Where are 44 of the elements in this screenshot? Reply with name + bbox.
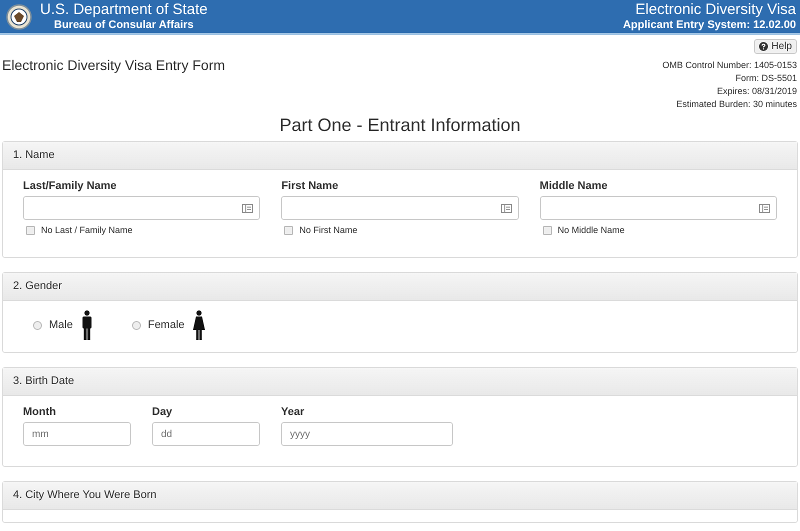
checkbox-label: No First Name — [299, 225, 358, 235]
form-title: Electronic Diversity Visa Entry Form — [2, 57, 226, 75]
date-field[interactable]: dd — [152, 422, 260, 446]
app-version: Applicant Entry System: 12.02.00 — [622, 18, 796, 31]
text-field[interactable] — [540, 196, 777, 220]
checkbox-label: No Last / Family Name — [41, 225, 133, 235]
radio-button[interactable] — [132, 320, 141, 330]
question-icon — [759, 42, 768, 51]
form-meta-text: Expires: 08/31/2019 — [716, 85, 797, 98]
female-figure-icon — [192, 310, 206, 340]
text-field[interactable] — [23, 196, 260, 220]
seal-icon — [6, 4, 32, 30]
section-heading: 2. Gender — [3, 273, 797, 301]
checkbox[interactable] — [542, 226, 552, 234]
form-meta-text: Estimated Burden: 30 minutes — [676, 98, 797, 111]
section-heading: 3. Birth Date — [3, 368, 797, 396]
section-heading: 1. Name — [3, 142, 797, 170]
radio-label: Male — [49, 319, 73, 331]
checkbox-label: No Middle Name — [558, 225, 625, 235]
field-label: First Name — [281, 180, 340, 192]
field-label: Year — [281, 406, 306, 418]
field-label: Last/Family Name — [23, 180, 118, 192]
date-field[interactable]: yyyy — [281, 422, 453, 446]
form-meta-text: Form: DS-5501 — [735, 72, 797, 85]
contact-card-icon — [500, 204, 512, 212]
contact-card-icon — [242, 204, 254, 212]
text-field[interactable] — [281, 196, 519, 220]
form-meta-text: OMB Control Number: 1405-0153 — [662, 59, 797, 72]
radio-button[interactable] — [33, 320, 42, 330]
part-title: Part One - Entrant Information — [278, 115, 522, 136]
checkbox[interactable] — [284, 226, 294, 234]
radio-label: Female — [148, 319, 185, 331]
contact-card-icon — [758, 204, 770, 212]
field-label: Day — [152, 406, 174, 418]
checkbox[interactable] — [26, 226, 35, 234]
male-figure-icon — [80, 310, 94, 340]
header-title: U.S. Department of State — [40, 2, 208, 19]
app-title: Electronic Diversity Visa — [635, 2, 796, 19]
field-label: Month — [23, 406, 57, 418]
help-button[interactable]: Help — [754, 39, 797, 54]
date-field[interactable]: mm — [23, 422, 131, 446]
field-label: Middle Name — [540, 180, 609, 192]
header-subtitle: Bureau of Consular Affairs — [54, 18, 195, 31]
section-heading: 4. City Where You Were Born — [3, 482, 797, 510]
